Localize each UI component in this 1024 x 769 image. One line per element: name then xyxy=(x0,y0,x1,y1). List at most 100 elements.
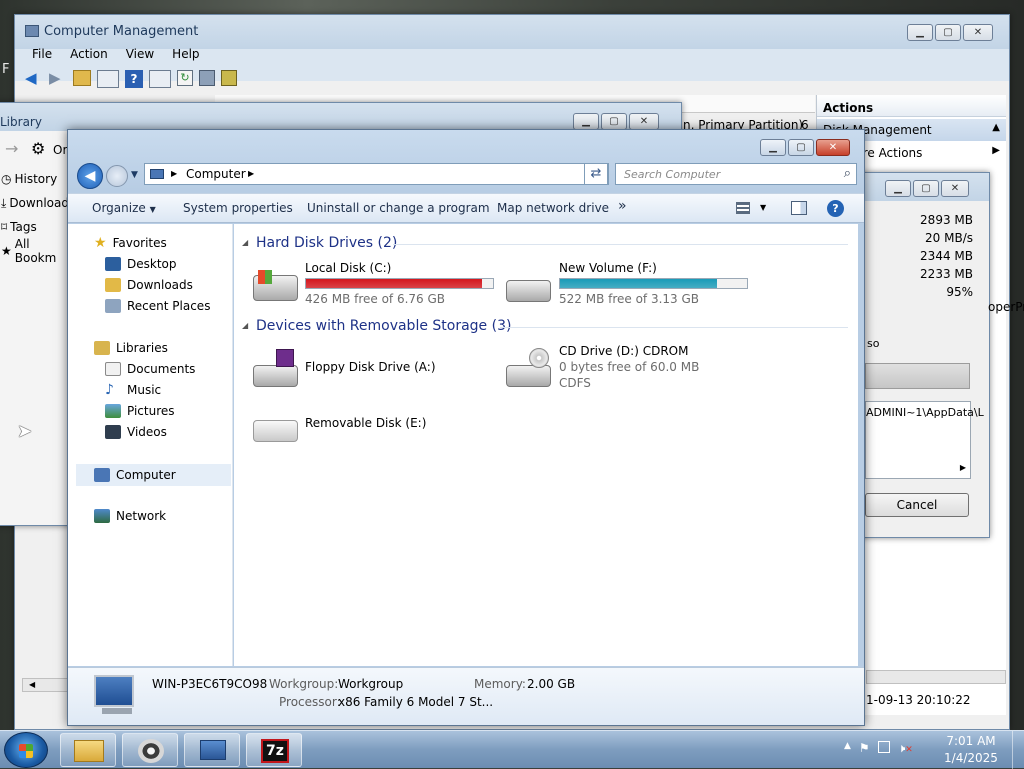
forward-button[interactable] xyxy=(106,165,128,187)
menu-action[interactable]: Action xyxy=(70,47,108,61)
close-button[interactable]: ✕ xyxy=(963,24,993,41)
drive-e-name[interactable]: Removable Disk (E:) xyxy=(305,416,426,430)
back-arrow-icon[interactable]: ◀ xyxy=(25,70,43,86)
dialog-label-fragment: so xyxy=(867,337,880,350)
menu-help[interactable]: Help xyxy=(172,47,199,61)
maximize-button[interactable]: ▢ xyxy=(935,24,961,41)
start-button[interactable] xyxy=(4,732,48,768)
view-options-dropdown-icon[interactable]: ▼ xyxy=(760,203,766,212)
library-organize-fragment[interactable]: Or xyxy=(53,143,67,157)
dialog-close-button[interactable]: ✕ xyxy=(941,180,969,197)
drive-c-name[interactable]: Local Disk (C:) xyxy=(305,261,391,275)
organize-dropdown-icon: ▼ xyxy=(149,205,156,214)
show-desktop-button[interactable] xyxy=(1012,731,1024,769)
nav-computer[interactable]: Computer xyxy=(76,464,231,486)
volume-muted-icon[interactable]: 🕨✕ xyxy=(898,741,913,756)
recent-places-icon xyxy=(105,299,121,313)
tray-clock[interactable]: 7:01 AM 1/4/2025 xyxy=(936,733,1006,767)
help-icon[interactable]: ? xyxy=(827,200,844,217)
explorer-window[interactable]: ▁ ▢ ✕ ◀ ▼ ▶ Computer ▶ ▼ ⇄ Search Comput… xyxy=(67,129,865,726)
removable-drive-icon xyxy=(253,420,298,442)
taskbar-explorer-button[interactable] xyxy=(60,733,116,767)
nav-recent-places[interactable]: Recent Places xyxy=(105,296,210,316)
minimize-button[interactable]: ▁ xyxy=(907,24,933,41)
library-back-icon[interactable]: → xyxy=(5,139,18,158)
library-gear-icon[interactable]: ⚙ xyxy=(31,139,45,158)
removable-group-collapse-icon[interactable]: ◢ xyxy=(242,321,248,330)
organize-button[interactable]: Organize ▼ xyxy=(92,201,156,215)
address-bar[interactable]: ▶ Computer ▶ ▼ xyxy=(144,163,609,185)
nav-network-label: Network xyxy=(116,509,167,523)
show-hidden-icons-icon[interactable]: ▲ xyxy=(844,741,851,756)
forward-arrow-icon[interactable]: ▶ xyxy=(49,70,67,86)
hdd-group-collapse-icon[interactable]: ◢ xyxy=(242,238,248,247)
library-maximize-button[interactable]: ▢ xyxy=(601,113,627,130)
nav-computer-label: Computer xyxy=(116,468,176,482)
explorer-minimize-button[interactable]: ▁ xyxy=(760,139,786,156)
background-hscrollbar[interactable] xyxy=(866,670,1006,684)
nav-libraries[interactable]: Libraries xyxy=(94,338,168,358)
nav-downloads[interactable]: Downloads xyxy=(105,275,193,295)
refresh-icon[interactable]: ↻ xyxy=(177,70,193,86)
nav-pictures[interactable]: Pictures xyxy=(105,401,175,421)
recent-pages-chevron-icon[interactable]: ▼ xyxy=(131,170,138,180)
more-commands-button[interactable]: » xyxy=(618,198,627,214)
system-properties-button[interactable]: System properties xyxy=(183,201,293,215)
library-minimize-button[interactable]: ▁ xyxy=(573,113,599,130)
nav-desktop[interactable]: Desktop xyxy=(105,254,177,274)
library-item-bookmarks[interactable]: ★ All Bookm xyxy=(1,237,71,265)
computer-management-icon xyxy=(200,740,226,760)
dialog-minimize-button[interactable]: ▁ xyxy=(885,180,911,197)
nav-favorites[interactable]: ★ Favorites xyxy=(94,233,167,253)
scroll-right-icon[interactable]: ▶ xyxy=(960,463,966,472)
removable-group-title[interactable]: Devices with Removable Storage (3) xyxy=(256,318,511,334)
removable-group-divider xyxy=(500,327,848,328)
preview-pane-icon[interactable] xyxy=(791,201,807,215)
collapse-arrow-icon[interactable]: ▲ xyxy=(992,122,1000,133)
breadcrumb-computer[interactable]: Computer xyxy=(186,167,246,181)
menu-file[interactable]: File xyxy=(32,47,52,61)
refresh-button[interactable]: ⇄ xyxy=(584,163,608,185)
show-hide-icon[interactable] xyxy=(149,70,171,88)
drive-f-name[interactable]: New Volume (F:) xyxy=(559,261,657,275)
export-icon[interactable] xyxy=(199,70,215,86)
drive-d-name[interactable]: CD Drive (D:) CDROM xyxy=(559,344,688,358)
nav-music[interactable]: ♪ Music xyxy=(105,380,161,400)
library-item-tags[interactable]: ⌑ Tags xyxy=(1,215,71,239)
view-options-icon[interactable] xyxy=(736,202,750,214)
breadcrumb-arrow-icon[interactable]: ▶ xyxy=(171,169,177,178)
properties-icon[interactable] xyxy=(221,70,237,86)
dialog-maximize-button[interactable]: ▢ xyxy=(913,180,939,197)
details-processor-label: Processor: xyxy=(279,695,341,709)
uninstall-program-button[interactable]: Uninstall or change a program xyxy=(307,201,490,215)
drive-a-name[interactable]: Floppy Disk Drive (A:) xyxy=(305,360,436,374)
help-icon[interactable]: ? xyxy=(125,70,143,88)
library-item-downloads[interactable]: ⤓ Download xyxy=(1,191,71,215)
explorer-maximize-button[interactable]: ▢ xyxy=(788,139,814,156)
library-item-history[interactable]: ◷ History xyxy=(1,167,71,191)
up-folder-icon[interactable] xyxy=(73,70,91,86)
search-icon[interactable]: ⌕ xyxy=(844,166,851,181)
back-button[interactable]: ◀ xyxy=(77,163,103,189)
taskbar-firefox-button[interactable] xyxy=(122,733,178,767)
taskbar-computer-management-button[interactable] xyxy=(184,733,240,767)
search-input[interactable]: Search Computer ⌕ xyxy=(615,163,857,185)
console-tree-icon[interactable] xyxy=(97,70,119,88)
floppy-drive-icon xyxy=(253,349,298,387)
cancel-button[interactable]: Cancel xyxy=(865,493,969,517)
background-left-scroll[interactable]: ◀ xyxy=(22,678,68,692)
breadcrumb-arrow-icon[interactable]: ▶ xyxy=(248,169,254,178)
action-center-flag-icon[interactable]: ⚑ xyxy=(859,741,870,756)
taskbar-7zip-button[interactable]: 7z xyxy=(246,733,302,767)
nav-videos[interactable]: Videos xyxy=(105,422,167,442)
library-close-button[interactable]: ✕ xyxy=(629,113,659,130)
network-tray-icon[interactable] xyxy=(877,741,890,753)
menu-view[interactable]: View xyxy=(126,47,154,61)
progress-dialog[interactable]: ▁ ▢ ✕ 2893 MB 20 MB/s 2344 MB 2233 MB 95… xyxy=(854,172,990,538)
organize-label: Organize xyxy=(92,201,146,215)
nav-documents[interactable]: Documents xyxy=(105,359,195,379)
nav-network[interactable]: Network xyxy=(94,506,166,526)
hdd-group-title[interactable]: Hard Disk Drives (2) xyxy=(256,235,397,251)
explorer-close-button[interactable]: ✕ xyxy=(816,139,850,156)
map-network-drive-button[interactable]: Map network drive xyxy=(497,201,609,215)
